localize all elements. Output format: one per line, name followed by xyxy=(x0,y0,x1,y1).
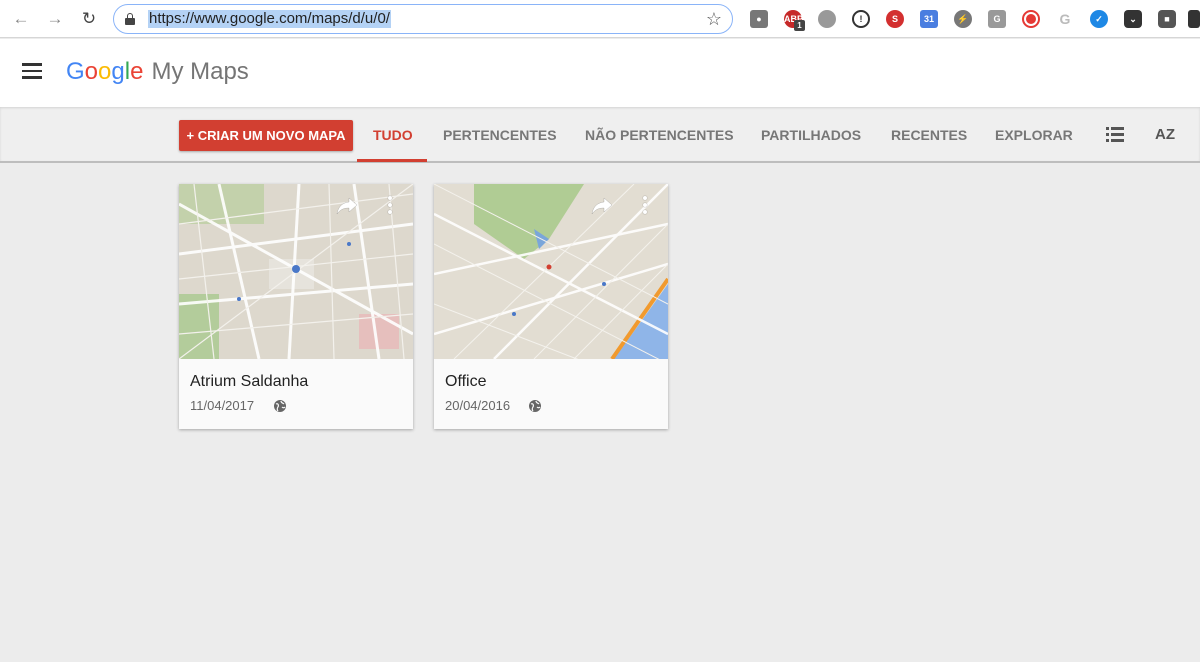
logo-letter: g xyxy=(111,58,125,85)
map-thumbnail-image xyxy=(434,184,668,359)
bolt-icon[interactable]: ⚡ xyxy=(954,10,972,28)
pocket-icon[interactable]: ⌄ xyxy=(1124,10,1142,28)
map-title[interactable]: Office xyxy=(445,372,487,392)
reload-icon[interactable]: ↻ xyxy=(78,8,100,30)
tab-recent[interactable]: RECENTES xyxy=(891,120,967,151)
forward-icon[interactable]: → xyxy=(44,8,66,30)
circle-icon[interactable] xyxy=(818,10,836,28)
tab-not-owned[interactable]: NÃO PERTENCENTES xyxy=(585,120,734,151)
map-thumbnail[interactable] xyxy=(179,184,413,359)
screenshot-icon[interactable] xyxy=(1188,10,1200,28)
address-bar[interactable]: https://www.google.com/maps/d/u/0/ ☆ xyxy=(113,4,733,34)
tab-explore[interactable]: EXPLORAR xyxy=(995,120,1073,151)
more-options-icon[interactable] xyxy=(387,196,393,216)
camera-icon[interactable]: ● xyxy=(750,10,768,28)
calendar-icon[interactable]: 31 xyxy=(920,10,938,28)
globe-icon xyxy=(529,400,541,412)
map-card[interactable]: Atrium Saldanha 11/04/2017 xyxy=(179,184,413,429)
map-date: 11/04/2017 xyxy=(190,398,255,413)
active-tab-indicator xyxy=(357,159,427,162)
app-header: Google My Maps xyxy=(0,39,1200,107)
bookmark-star-icon[interactable]: ☆ xyxy=(706,8,722,30)
tab-owned[interactable]: PERTENCENTES xyxy=(443,120,557,151)
globe-icon xyxy=(274,400,286,412)
lock-icon xyxy=(125,13,135,25)
grammarly-icon[interactable]: G xyxy=(988,10,1006,28)
map-date: 20/04/2016 xyxy=(445,398,511,413)
info-icon[interactable]: ! xyxy=(852,10,870,28)
adblock-badge: 1 xyxy=(794,20,805,31)
menu-icon[interactable] xyxy=(22,63,42,79)
map-card[interactable]: Office 20/04/2016 xyxy=(434,184,668,429)
map-title[interactable]: Atrium Saldanha xyxy=(190,372,308,392)
check-icon[interactable]: ✓ xyxy=(1090,10,1108,28)
product-name: My Maps xyxy=(151,58,249,85)
share-icon[interactable] xyxy=(590,196,614,216)
more-options-icon[interactable] xyxy=(642,196,648,216)
browser-toolbar: ← → ↻ https://www.google.com/maps/d/u/0/… xyxy=(0,0,1200,38)
create-map-button[interactable]: + CRIAR UM NOVO MAPA xyxy=(179,120,353,151)
logo-letter: o xyxy=(98,58,112,85)
stamp-icon[interactable]: S xyxy=(886,10,904,28)
share-icon[interactable] xyxy=(335,196,359,216)
tab-shared[interactable]: PARTILHADOS xyxy=(761,120,861,151)
logo-letter: G xyxy=(66,58,85,85)
map-thumbnail-image xyxy=(179,184,413,359)
back-icon[interactable]: ← xyxy=(10,8,32,30)
tab-all[interactable]: TUDO xyxy=(373,120,413,151)
product-logo: Google My Maps xyxy=(66,58,249,86)
logo-letter: o xyxy=(84,58,99,85)
incognito-icon[interactable]: ■ xyxy=(1158,10,1176,28)
sort-az-icon[interactable]: AZ xyxy=(1155,124,1175,146)
google-icon[interactable]: G xyxy=(1056,10,1074,28)
list-view-icon[interactable] xyxy=(1106,127,1124,142)
logo-letter: e xyxy=(130,58,144,85)
record-icon[interactable] xyxy=(1022,10,1040,28)
map-thumbnail[interactable] xyxy=(434,184,668,359)
filter-toolbar: + CRIAR UM NOVO MAPA TUDO PERTENCENTES N… xyxy=(0,107,1200,163)
url-text[interactable]: https://www.google.com/maps/d/u/0/ xyxy=(148,10,391,28)
